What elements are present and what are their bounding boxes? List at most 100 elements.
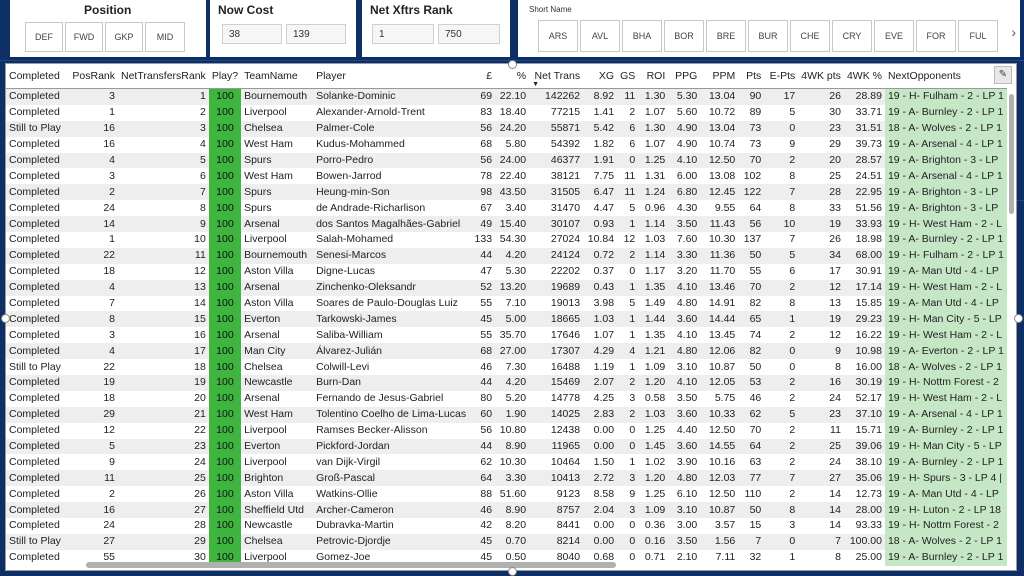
column-header[interactable]: XG (583, 64, 618, 89)
table-row[interactable]: Completed 16 27 100 Sheffield Utd Archer-Came… (6, 502, 1007, 519)
team-option-bha[interactable]: BHA (622, 20, 662, 52)
chevron-right-icon[interactable]: › (1011, 24, 1016, 40)
column-header[interactable]: Completed (6, 64, 68, 89)
column-header[interactable]: Player (313, 64, 472, 89)
resize-handle-right[interactable] (1014, 314, 1023, 323)
table-cell: Liverpool (244, 424, 287, 437)
table-cell: 15.40 (495, 216, 530, 233)
table-cell: 2 (617, 247, 639, 264)
table-cell: 5.20 (505, 392, 527, 405)
column-header[interactable]: £ (471, 64, 496, 89)
table-row[interactable]: Completed 22 11 100 Bournemouth Senesi-Marcos… (6, 247, 1007, 264)
team-option-ars[interactable]: ARS (538, 20, 578, 52)
column-header[interactable]: PPG (668, 64, 701, 89)
column-header[interactable]: NetTransfersRank (118, 64, 209, 89)
table-row[interactable]: Still to Play 16 3 100 Chelsea Palmer-Cole 56 2… (6, 120, 1007, 137)
table-row[interactable]: Completed 3 6 100 West Ham Bowen-Jarrod 78 22.4… (6, 168, 1007, 185)
now-cost-max-input[interactable]: 139 (286, 24, 346, 44)
team-option-cry[interactable]: CRY (832, 20, 872, 52)
table-row[interactable]: Completed 19 19 100 Newcastle Burn-Dan 44 4.20 1… (6, 375, 1007, 391)
table-cell: 88 (480, 487, 493, 500)
table-cell: 100 (208, 247, 242, 264)
table-cell: 4.10 (668, 152, 701, 169)
team-option-che[interactable]: CHE (790, 20, 830, 52)
table-cell: 1 (109, 106, 115, 119)
table-cell: 89 (749, 106, 762, 119)
position-option-gkp[interactable]: GKP (105, 22, 143, 52)
table-row[interactable]: Completed 4 17 100 Man City Álvarez-Julián 68 2… (6, 343, 1007, 360)
table-cell: 7 (764, 184, 799, 201)
column-header[interactable]: 4WK % (843, 64, 885, 89)
table-row[interactable]: Completed 1 2 100 Liverpool Alexander-Arnold-… (6, 104, 1007, 121)
column-header[interactable]: PosRank (68, 64, 118, 89)
table-cell: 12.06 (700, 343, 739, 360)
table-cell: 110 (744, 487, 762, 500)
team-option-bor[interactable]: BOR (664, 20, 704, 52)
vertical-scrollbar[interactable] (1009, 94, 1014, 214)
table-cell: 1.25 (644, 424, 666, 437)
table-cell: 16488 (550, 360, 581, 373)
resize-handle-bottom[interactable] (508, 567, 517, 576)
table-row[interactable]: Completed 2 7 100 Spurs Heung-min-Son 98 43.50 3… (6, 184, 1007, 201)
team-option-avl[interactable]: AVL (580, 20, 620, 52)
table-cell: 12.73 (855, 487, 882, 500)
table-row[interactable]: Completed 24 28 100 Newcastle Dubravka-Martin… (6, 518, 1007, 534)
format-brush-icon[interactable]: ✎ (994, 66, 1012, 84)
position-slicer: Position DEF FWD GKP MID (10, 0, 206, 57)
team-option-bre[interactable]: BRE (706, 20, 746, 52)
column-header[interactable]: PPM (700, 64, 739, 89)
table-row[interactable]: Completed 3 1 100 Bournemouth Solanke-Dominic… (6, 88, 1007, 105)
resize-handle-top[interactable] (508, 60, 517, 69)
table-row[interactable]: Completed 14 9 100 Arsenal dos Santos Magalhã… (6, 216, 1007, 233)
table-row[interactable]: Completed 9 24 100 Liverpool van Dijk-Virgil 6… (6, 454, 1007, 471)
team-option-eve[interactable]: EVE (874, 20, 914, 52)
table-cell: 100 (208, 518, 242, 534)
table-row[interactable]: Completed 7 14 100 Aston Villa Soares de Paul… (6, 295, 1007, 312)
column-header[interactable]: Net Trans ▼ (529, 64, 584, 89)
table-row[interactable]: Completed 5 23 100 Everton Pickford-Jordan 44 8… (6, 438, 1007, 455)
table-row[interactable]: Completed 18 20 100 Arsenal Fernando de Jesus… (6, 390, 1007, 407)
table-row[interactable]: Completed 3 16 100 Arsenal Saliba-William 55 35… (6, 327, 1007, 344)
team-option-ful[interactable]: FUL (958, 20, 998, 52)
table-row[interactable]: Completed 16 4 100 West Ham Kudus-Mohammed 68 5… (6, 136, 1007, 153)
table-cell: 62 (738, 406, 765, 423)
position-option-def[interactable]: DEF (25, 22, 63, 52)
table-row[interactable]: Completed 18 12 100 Aston Villa Digne-Lucas 47… (6, 263, 1007, 280)
net-xftrs-rank-min-input[interactable]: 1 (372, 24, 434, 44)
table-row[interactable]: Completed 4 13 100 Arsenal Zinchenko-Oleksand… (6, 279, 1007, 296)
table-cell: 4.30 (676, 201, 698, 214)
table-row[interactable]: Completed 4 5 100 Spurs Porro-Pedro 56 24.00 463… (6, 152, 1007, 169)
team-option-for[interactable]: FOR (916, 20, 956, 52)
table-cell: 33.71 (855, 106, 882, 119)
table-row[interactable]: Completed 12 22 100 Liverpool Ramses Becker-A… (6, 422, 1007, 439)
horizontal-scrollbar[interactable] (86, 562, 616, 568)
table-cell: 7 (789, 233, 796, 246)
table-row[interactable]: Completed 29 21 100 West Ham Tolentino Coelho… (6, 406, 1007, 423)
table-row[interactable]: Completed 11 25 100 Brighton Groß-Pascal 64 3.3… (6, 470, 1007, 487)
table-row[interactable]: Completed 1 10 100 Liverpool Salah-Mohamed 133… (6, 232, 1007, 248)
table-cell: 19 (798, 216, 844, 233)
column-header[interactable]: GS (617, 64, 639, 89)
net-xftrs-rank-max-input[interactable]: 750 (438, 24, 500, 44)
table-cell: 8 (835, 551, 841, 564)
table-row[interactable]: Completed 2 26 100 Aston Villa Watkins-Ollie 8… (6, 486, 1007, 503)
team-option-bur[interactable]: BUR (748, 20, 788, 52)
table-row[interactable]: Still to Play 27 29 100 Chelsea Petrovic-Djor… (6, 533, 1007, 550)
column-header[interactable]: Play? (208, 64, 242, 89)
position-option-fwd[interactable]: FWD (65, 22, 103, 52)
column-header[interactable]: E-Pts (764, 64, 799, 89)
position-option-mid[interactable]: MID (145, 22, 185, 52)
table-cell: 1 (789, 551, 796, 564)
table-row[interactable]: Completed 8 15 100 Everton Tarkowski-James 45 5… (6, 311, 1007, 328)
table-row[interactable]: Completed 24 8 100 Spurs de Andrade-Richarlis… (6, 200, 1007, 217)
column-header[interactable]: ROI (638, 64, 669, 89)
table-row[interactable]: Still to Play 22 18 100 Chelsea Colwill-Levi 4… (6, 359, 1007, 376)
column-header[interactable]: TeamName (241, 64, 314, 89)
column-header[interactable]: Pts (738, 64, 765, 89)
now-cost-min-input[interactable]: 38 (222, 24, 282, 44)
table-cell: 19 (68, 375, 118, 391)
table-cell: 1.20 (638, 470, 669, 487)
resize-handle-left[interactable] (1, 314, 10, 323)
column-header[interactable]: NextOpponents (884, 64, 1007, 89)
column-header[interactable]: 4WK pts (798, 64, 844, 89)
